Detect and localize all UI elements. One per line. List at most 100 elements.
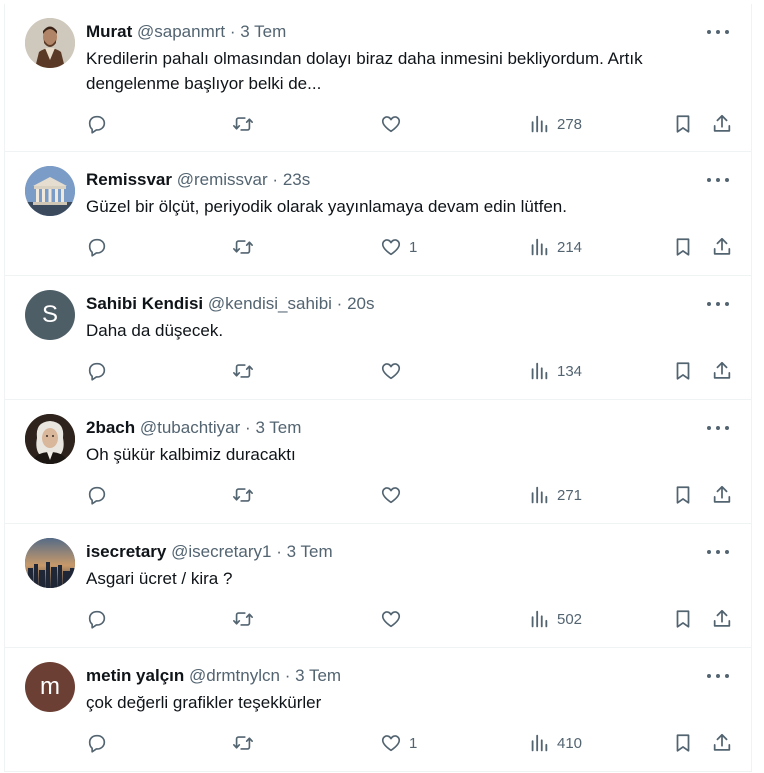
tweet[interactable]: isecretary @isecretary1 · 3 Tem Asgari ü… <box>5 524 751 648</box>
tweet[interactable]: 2bach @tubachtiyar · 3 Tem Oh şükür kalb… <box>5 400 751 524</box>
reply-button[interactable] <box>86 234 108 260</box>
avatar-letter: m <box>40 673 60 700</box>
bookmark-button[interactable] <box>672 482 694 508</box>
more-dots-icon[interactable] <box>707 542 729 562</box>
retweet-icon <box>233 364 253 378</box>
author-handle[interactable]: @sapanmrt <box>137 22 225 41</box>
tweet[interactable]: Murat @sapanmrt · 3 Tem Kredilerin pahal… <box>5 4 751 152</box>
action-bar: 1 214 <box>86 234 731 260</box>
bookmark-icon <box>676 115 690 133</box>
bookmark-button[interactable] <box>672 358 694 384</box>
tweet-text: Güzel bir ölçüt, periyodik olarak yayınl… <box>86 197 567 216</box>
author-handle[interactable]: @tubachtiyar <box>140 418 240 437</box>
tweet[interactable]: Remissvar @remissvar · 23s Güzel bir ölç… <box>5 152 751 276</box>
reply-icon <box>88 362 106 381</box>
avatar[interactable]: S <box>25 290 75 340</box>
view-count: 134 <box>557 362 583 380</box>
share-button[interactable] <box>711 234 733 260</box>
like-button[interactable] <box>380 606 409 632</box>
bookmark-icon <box>676 362 690 380</box>
tweet-text: Daha da düşecek. <box>86 321 224 340</box>
author-name[interactable]: Remissvar <box>86 170 172 189</box>
author-handle[interactable]: @kendisi_sahibi <box>208 294 332 313</box>
share-button[interactable] <box>711 358 733 384</box>
share-icon <box>713 609 731 627</box>
reply-button[interactable] <box>86 730 108 756</box>
author-handle[interactable]: @remissvar <box>177 170 268 189</box>
retweet-button[interactable] <box>232 111 254 137</box>
action-bar: 502 <box>86 606 731 632</box>
bookmark-icon <box>676 238 690 256</box>
more-dots-icon[interactable] <box>707 170 729 190</box>
author-handle[interactable]: @isecretary1 <box>171 542 271 561</box>
author-handle[interactable]: @drmtnylcn <box>189 666 280 685</box>
retweet-button[interactable] <box>232 482 254 508</box>
views-button[interactable]: 214 <box>528 234 582 260</box>
bookmark-icon <box>676 734 690 752</box>
reply-icon <box>88 734 106 753</box>
author-name[interactable]: Sahibi Kendisi <box>86 294 203 313</box>
author-name[interactable]: metin yalçın <box>86 666 184 685</box>
tweet-text: Kredilerin pahalı olmasından dolayı bira… <box>86 49 643 93</box>
avatar[interactable]: m <box>25 662 75 712</box>
views-button[interactable]: 278 <box>528 111 582 137</box>
bookmark-button[interactable] <box>672 606 694 632</box>
heart-icon <box>381 487 401 504</box>
avatar[interactable] <box>25 166 75 216</box>
share-button[interactable] <box>711 482 733 508</box>
timestamp[interactable]: 23s <box>283 170 310 189</box>
author-name[interactable]: 2bach <box>86 418 135 437</box>
share-button[interactable] <box>711 111 733 137</box>
views-button[interactable]: 502 <box>528 606 582 632</box>
reply-button[interactable] <box>86 111 108 137</box>
action-bar: 278 <box>86 111 731 137</box>
avatar[interactable] <box>25 538 75 588</box>
heart-icon <box>381 363 401 380</box>
retweet-icon <box>233 736 253 750</box>
retweet-button[interactable] <box>232 358 254 384</box>
avatar[interactable] <box>25 18 75 68</box>
bookmark-button[interactable] <box>672 730 694 756</box>
share-button[interactable] <box>711 730 733 756</box>
author-name[interactable]: isecretary <box>86 542 166 561</box>
more-dots-icon[interactable] <box>707 22 729 42</box>
view-count: 502 <box>557 610 583 628</box>
reply-button[interactable] <box>86 606 108 632</box>
like-button[interactable]: 1 <box>380 730 417 756</box>
retweet-button[interactable] <box>232 606 254 632</box>
share-button[interactable] <box>711 606 733 632</box>
bookmark-button[interactable] <box>672 111 694 137</box>
like-button[interactable]: 1 <box>380 234 417 260</box>
retweet-button[interactable] <box>232 234 254 260</box>
view-count: 271 <box>557 486 583 504</box>
more-dots-icon[interactable] <box>707 294 729 314</box>
retweet-icon <box>233 612 253 626</box>
reply-button[interactable] <box>86 482 108 508</box>
author-name[interactable]: Murat <box>86 22 132 41</box>
views-button[interactable]: 134 <box>528 358 582 384</box>
tweet[interactable]: m metin yalçın @drmtnylcn · 3 Tem çok de… <box>5 648 751 772</box>
like-button[interactable] <box>380 482 409 508</box>
views-button[interactable]: 410 <box>528 730 582 756</box>
like-button[interactable] <box>380 358 409 384</box>
timestamp[interactable]: 3 Tem <box>255 418 301 437</box>
tweet[interactable]: S Sahibi Kendisi @kendisi_sahibi · 20s D… <box>5 276 751 400</box>
timestamp[interactable]: 20s <box>347 294 374 313</box>
share-icon <box>713 114 731 132</box>
views-button[interactable]: 271 <box>528 482 582 508</box>
more-dots-icon[interactable] <box>707 418 729 438</box>
retweet-button[interactable] <box>232 730 254 756</box>
reply-button[interactable] <box>86 358 108 384</box>
timestamp[interactable]: 3 Tem <box>240 22 286 41</box>
views-chart-icon <box>531 362 548 380</box>
reply-icon <box>88 486 106 505</box>
bookmark-icon <box>676 610 690 628</box>
bookmark-button[interactable] <box>672 234 694 260</box>
action-bar: 134 <box>86 358 731 384</box>
timestamp[interactable]: 3 Tem <box>287 542 333 561</box>
more-dots-icon[interactable] <box>707 666 729 686</box>
like-button[interactable] <box>380 111 409 137</box>
avatar[interactable] <box>25 414 75 464</box>
tweet-header: metin yalçın @drmtnylcn · 3 Tem <box>86 664 691 688</box>
timestamp[interactable]: 3 Tem <box>295 666 341 685</box>
